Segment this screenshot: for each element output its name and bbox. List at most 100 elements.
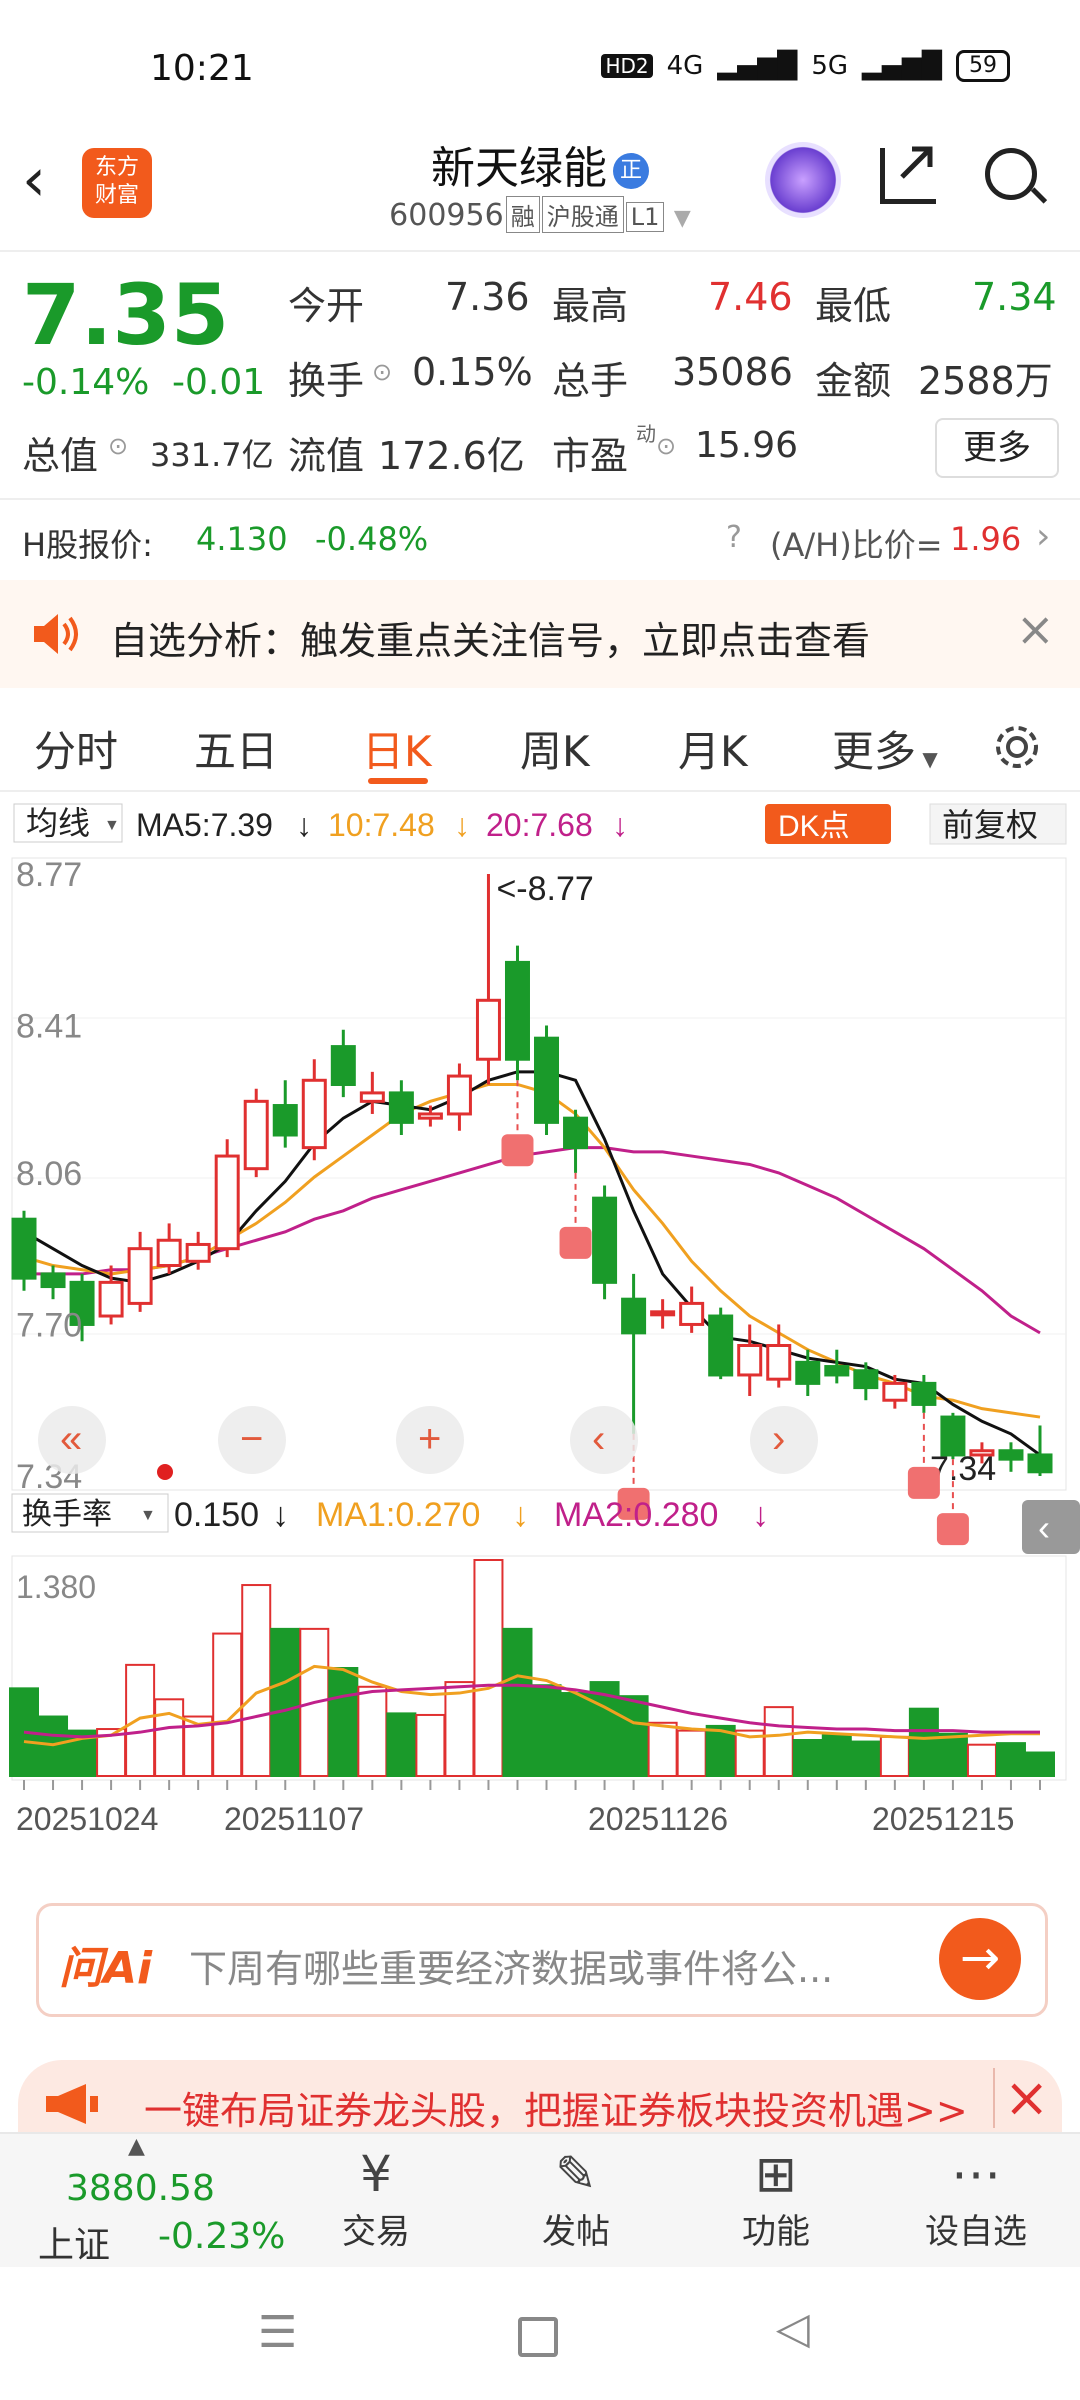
tab-more-label: 更多 [832, 727, 917, 776]
kline-chart-svg[interactable]: 均线 ▼ MA5:7.39 ↓ 10:7.48 ↓ 20:7.68 ↓ DK点 … [0, 800, 1080, 1860]
ma10-arrow-icon: ↓ [454, 807, 470, 843]
tab-weekly-k[interactable]: 周K [520, 718, 590, 779]
volume-bar [125, 1663, 156, 1777]
mcap-label: 总值 [22, 434, 99, 478]
dropdown-triangle-icon: ▼ [673, 206, 691, 231]
volume-bar [415, 1713, 446, 1778]
hshare-pct: -0.48% [315, 520, 429, 558]
scroll-left-icon: ‹ [592, 1417, 605, 1461]
close-icon[interactable]: × [1004, 2066, 1049, 2129]
dropdown-triangle-icon: ▼ [916, 747, 938, 771]
x-tick-label: 20251107 [224, 1801, 364, 1837]
candle-body [708, 1314, 734, 1377]
zoom-out-left-icon: « [60, 1417, 82, 1461]
candle-body [417, 1112, 443, 1120]
menu-icon[interactable]: ☰ [258, 2307, 297, 2358]
volume-bar [241, 1584, 272, 1777]
status-bar: 10:21 HD2 4G ▂▄▆█ 5G ▂▄▆█ 59 [0, 0, 1080, 120]
back-triangle-icon[interactable]: ◁ [776, 2303, 810, 2354]
y-tick-label: 8.77 [16, 856, 82, 894]
battery-icon: 59 [956, 50, 1010, 82]
change-value: -0.01 [172, 362, 266, 403]
last-price-label: 7.34 [930, 1450, 996, 1488]
ai-robot-icon[interactable] [765, 142, 841, 218]
candle-body [446, 1074, 472, 1116]
tab-intraday[interactable]: 分时 [34, 718, 118, 779]
ah-value: 1.96 [950, 520, 1022, 558]
close-icon[interactable]: × [1016, 602, 1055, 656]
ai-question-bar[interactable]: 问Ai 下周有哪些重要经济数据或事件将公... → [36, 1903, 1048, 2017]
amount-label: 金额 [815, 359, 892, 403]
low-value: 7.34 [972, 275, 1057, 319]
pencil-icon: ✎ [555, 2145, 597, 2203]
share-icon[interactable] [880, 146, 936, 204]
hshare-price: 4.130 [196, 520, 288, 558]
candle-body [911, 1381, 937, 1406]
question-icon[interactable]: ? [726, 520, 742, 555]
chevron-right-icon: › [1036, 516, 1051, 557]
tag-level: L1 [625, 202, 665, 232]
position-dot [157, 1464, 173, 1480]
vol-select[interactable]: 换手率 [22, 1498, 112, 1531]
volume-bar [879, 1735, 910, 1778]
b-marker [907, 1466, 940, 1499]
nav-add-watchlist[interactable]: ⋯ 设自选 [906, 2144, 1046, 2253]
tab-five-day[interactable]: 五日 [194, 718, 278, 779]
y-tick-label: 7.70 [16, 1306, 82, 1344]
volume-bar [676, 1729, 707, 1778]
amount-value: 2588万 [918, 359, 1053, 403]
nav-trade[interactable]: ¥ 交易 [306, 2144, 446, 2253]
tab-monthly-k[interactable]: 月K [678, 718, 748, 779]
gear-icon[interactable] [990, 720, 1044, 774]
dk-label: DK点 [778, 810, 850, 843]
vol-arrow-icon: ↓ [272, 1496, 289, 1534]
ma20-arrow-icon: ↓ [612, 807, 628, 843]
bottom-nav: ▲ 3880.58 上证 -0.23% ¥ 交易 ✎ 发帖 ⊞ 功能 ⋯ 设自选 [0, 2132, 1080, 2269]
b-marker [936, 1513, 969, 1546]
open-value: 7.36 [445, 275, 530, 319]
tag-margin: 融 [505, 196, 540, 233]
nav-add-watchlist-label: 设自选 [925, 2212, 1027, 2252]
info-dots-icon-3[interactable]: ⊙ [656, 432, 676, 460]
ma10-label: 10:7.48 [328, 807, 435, 843]
tab-more[interactable]: 更多 ▼ [832, 718, 938, 779]
hshare-row[interactable]: H股报价: 4.130 -0.48% ? (A/H)比价= 1.96 › [0, 500, 1080, 580]
search-icon[interactable] [985, 148, 1048, 204]
candle-body [795, 1360, 821, 1385]
notice-bar[interactable]: 自选分析：触发重点关注信号，立即点击查看 × [0, 580, 1080, 688]
index-value[interactable]: 3880.58 [66, 2168, 215, 2209]
pe-label: 市盈 [552, 434, 629, 478]
ah-label: (A/H)比价= [770, 526, 943, 564]
candle-body [98, 1280, 124, 1318]
home-square-icon[interactable] [518, 2317, 558, 2357]
tab-daily-k[interactable]: 日K [362, 718, 432, 779]
send-arrow-icon[interactable]: → [939, 1918, 1021, 2000]
volume-bar [792, 1739, 823, 1777]
volume-bar [444, 1681, 475, 1778]
volume-bar [647, 1721, 678, 1777]
float-value: 172.6亿 [378, 434, 525, 478]
collapse-panel-button[interactable] [1022, 1500, 1080, 1554]
info-dots-icon[interactable]: ⊙ [372, 358, 392, 386]
more-quote-button[interactable]: 更多 [935, 418, 1059, 478]
kline-chart-area[interactable]: 均线 ▼ MA5:7.39 ↓ 10:7.48 ↓ 20:7.68 ↓ DK点 … [0, 800, 1080, 1860]
yen-circle-icon: ¥ [360, 2145, 392, 2203]
x-tick-label: 20251126 [588, 1801, 728, 1837]
nav-post[interactable]: ✎ 发帖 [506, 2144, 646, 2253]
candle-body [359, 1091, 385, 1103]
dropdown-triangle-icon: ▼ [104, 817, 120, 834]
nav-functions[interactable]: ⊞ 功能 [706, 2144, 846, 2253]
candle-body [185, 1242, 211, 1263]
candle-body [475, 998, 501, 1061]
ai-input[interactable]: 下周有哪些重要经济数据或事件将公... [189, 1938, 833, 1993]
tag-connect: 沪股通 [541, 196, 624, 233]
candle-body [388, 1091, 414, 1124]
candle-body [679, 1301, 705, 1326]
info-dots-icon-2[interactable]: ⊙ [108, 432, 128, 460]
high-label: 最高 [552, 284, 629, 328]
ma-select[interactable]: 均线 [26, 805, 90, 841]
candle-body [11, 1217, 37, 1280]
stock-name-text: 新天绿能 [431, 143, 607, 194]
candle-body [301, 1078, 327, 1150]
volume-bar [966, 1743, 997, 1778]
